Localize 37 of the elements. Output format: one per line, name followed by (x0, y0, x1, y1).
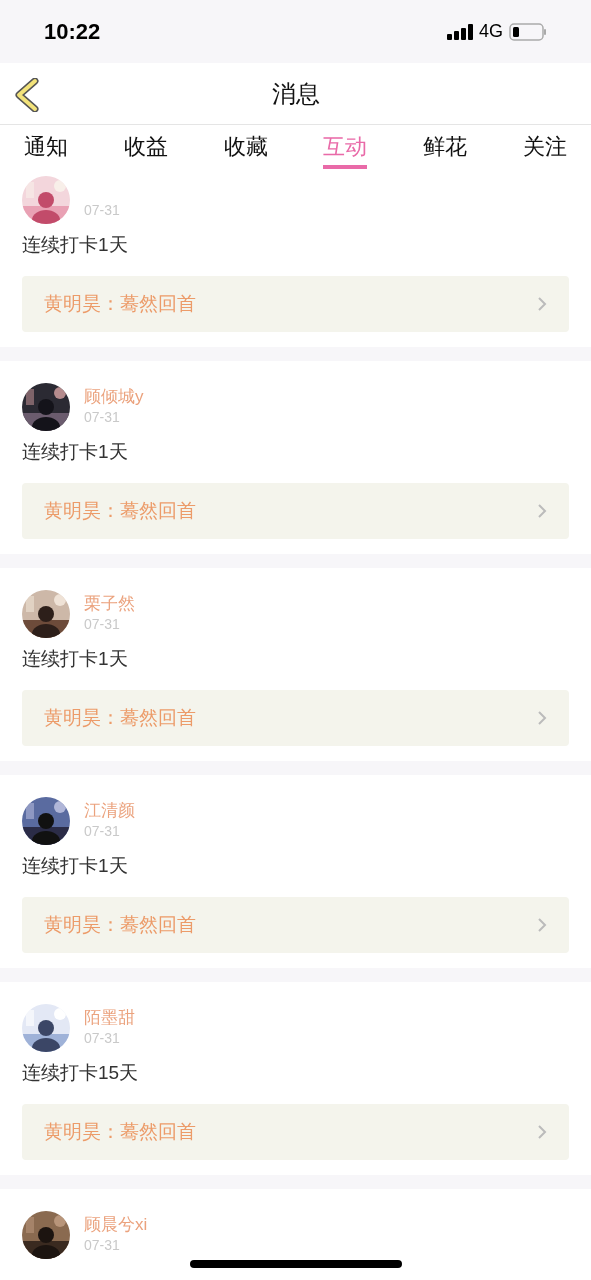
tab[interactable]: 收益 (123, 125, 168, 169)
battery-icon (509, 22, 547, 41)
page-title: 消息 (271, 78, 320, 109)
quote-card[interactable]: 黄明昊：蓦然回首 (22, 897, 569, 953)
message-text: 连续打卡1天 (22, 233, 128, 257)
tab[interactable]: 收藏 (223, 125, 268, 169)
tab[interactable]: 通知 (24, 125, 68, 169)
status-time: 10:22 (44, 18, 101, 46)
tab[interactable]: 关注 (523, 125, 567, 169)
quote-text: 黄明昊：蓦然回首 (44, 912, 197, 937)
user-name[interactable]: 栗子然 (84, 594, 135, 614)
network-label: 4G (479, 20, 503, 43)
quote-text: 黄明昊：蓦然回首 (44, 1119, 197, 1144)
user-name[interactable]: 顾晨兮xi (84, 1215, 148, 1235)
quote-card[interactable]: 黄明昊：蓦然回首 (22, 276, 569, 332)
user-name[interactable]: 江清颜 (84, 801, 135, 821)
quote-text: 黄明昊：蓦然回首 (44, 705, 197, 730)
back-icon[interactable] (14, 78, 40, 112)
chevron-icon (537, 917, 547, 933)
quote-card[interactable]: 黄明昊：蓦然回首 (22, 483, 569, 539)
quote-text: 黄明昊：蓦然回首 (44, 498, 197, 523)
quote-card[interactable]: 黄明昊：蓦然回首 (22, 1104, 569, 1160)
message-text: 连续打卡1天 (22, 854, 128, 878)
message-text: 连续打卡15天 (22, 1061, 139, 1085)
tab[interactable]: 鲜花 (423, 125, 468, 169)
signal-icon (447, 23, 475, 40)
chevron-icon (537, 1124, 547, 1140)
tab[interactable]: 互动 (323, 125, 368, 169)
user-name[interactable]: 顾倾城y (84, 387, 144, 407)
message-text: 连续打卡1天 (22, 647, 128, 671)
chevron-icon (537, 296, 547, 312)
quote-card[interactable]: 黄明昊：蓦然回首 (22, 690, 569, 746)
chevron-icon (537, 710, 547, 726)
message-text: 连续打卡1天 (22, 440, 128, 464)
quote-text: 黄明昊：蓦然回首 (44, 291, 197, 316)
chevron-icon (537, 503, 547, 519)
user-name[interactable]: 陌墨甜 (84, 1008, 135, 1028)
